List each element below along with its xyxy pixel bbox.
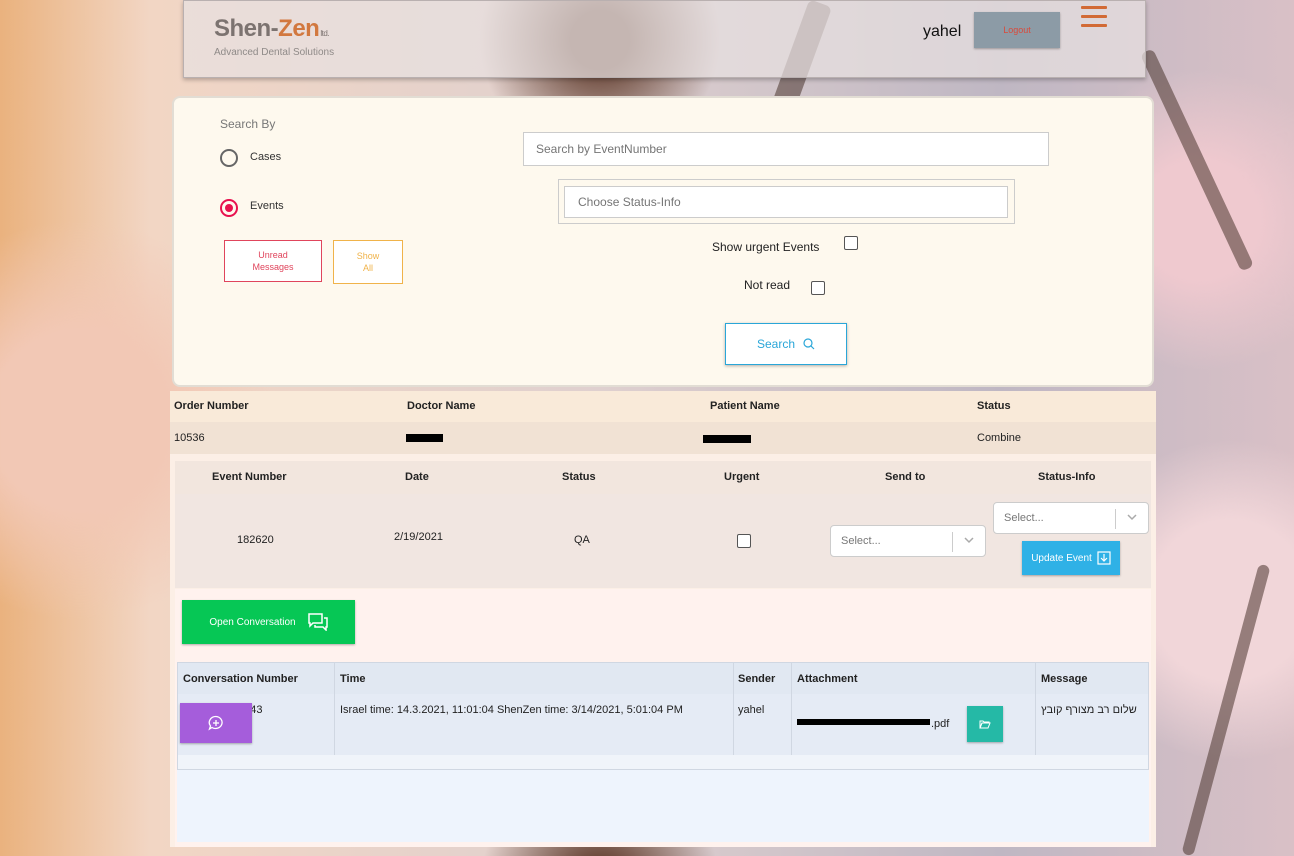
not-read-label: Not read (744, 278, 791, 292)
conversation-sender: yahel (738, 704, 765, 716)
attachment-extension: .pdf (931, 718, 950, 730)
column-header: Attachment (797, 673, 858, 685)
column-header: Event Number (212, 471, 287, 483)
logout-button[interactable]: Logout (974, 12, 1060, 48)
event-row: 182620 2/19/2021 QA Select... Select... (175, 494, 1151, 588)
show-all-button[interactable]: Show All (333, 240, 403, 284)
open-conversation-button[interactable]: Open Conversation (182, 600, 355, 644)
radio-events-label: Events (250, 200, 284, 212)
folder-open-icon (979, 720, 991, 729)
event-date: 2/19/2021 (394, 531, 443, 543)
background-branch (1181, 563, 1271, 856)
order-row[interactable]: 10536 Combine (170, 422, 1156, 454)
event-number: 182620 (237, 534, 274, 546)
chevron-down-icon (964, 537, 974, 544)
show-urgent-checkbox[interactable] (844, 236, 858, 250)
order-status: Combine (977, 432, 1022, 444)
column-header: Status (977, 400, 1011, 412)
search-by-label: Search By (220, 117, 276, 131)
magnifier-icon (803, 338, 815, 350)
top-header: Shen-Zenltd. Advanced Dental Solutions y… (183, 0, 1146, 78)
update-event-button[interactable]: Update Event (1022, 541, 1120, 575)
column-header: Message (1041, 673, 1088, 685)
add-message-button[interactable] (180, 703, 252, 743)
column-header: Urgent (724, 471, 760, 483)
search-button-label: Search (756, 337, 796, 351)
status-info-container (558, 179, 1015, 224)
add-comment-icon (208, 715, 223, 731)
search-button[interactable]: Search (725, 323, 847, 365)
radio-cases[interactable] (220, 149, 238, 167)
order-number: 10536 (174, 432, 205, 444)
conversation-area: Open Conversation Conversation Number Ti… (175, 589, 1151, 847)
conversation-row: 1615712464843 Israel time: 14.3.2021, 11… (177, 694, 1149, 756)
events-header-row: Event Number Date Status Urgent Send to … (175, 461, 1151, 495)
event-number-search-input[interactable] (523, 132, 1049, 166)
unread-messages-button[interactable]: Unread Messages (224, 240, 322, 282)
conversation-table: Conversation Number Time Sender Attachme… (177, 662, 1149, 842)
radio-events[interactable] (220, 199, 238, 217)
hamburger-icon[interactable] (1081, 6, 1107, 34)
column-header: Status-Info (1038, 471, 1096, 483)
column-header: Status (562, 471, 596, 483)
orders-header-row: Order Number Doctor Name Patient Name St… (170, 391, 1156, 422)
urgent-checkbox[interactable] (737, 534, 751, 548)
username-label: yahel (923, 23, 962, 40)
column-header: Time (340, 673, 366, 685)
send-to-select[interactable]: Select... (830, 525, 986, 557)
column-header: Doctor Name (407, 400, 476, 412)
status-info-input[interactable] (564, 186, 1008, 218)
not-read-checkbox[interactable] (811, 281, 825, 295)
company-logo: Shen-Zenltd. Advanced Dental Solutions (214, 15, 335, 59)
event-status: QA (574, 534, 590, 546)
logo-tagline: Advanced Dental Solutions (214, 47, 335, 58)
redacted-doctor-name (406, 434, 443, 442)
radio-cases-label: Cases (250, 151, 282, 163)
download-icon (1097, 551, 1111, 565)
column-header: Order Number (174, 400, 249, 412)
background-branch (1139, 48, 1255, 272)
column-header: Date (405, 471, 429, 483)
conversation-header-row: Conversation Number Time Sender Attachme… (177, 662, 1149, 695)
redacted-attachment-name (797, 719, 930, 725)
conversation-message: שלום רב מצורף קובץ (1041, 704, 1137, 716)
column-header: Patient Name (710, 400, 780, 412)
search-panel: Search By Cases Events Unread Messages S… (172, 96, 1154, 387)
redacted-patient-name (703, 435, 751, 443)
chat-bubbles-icon (307, 613, 328, 631)
column-header: Send to (885, 471, 926, 483)
column-header: Sender (738, 673, 776, 685)
chevron-down-icon (1127, 514, 1137, 521)
show-urgent-label: Show urgent Events (712, 240, 820, 254)
status-info-select[interactable]: Select... (993, 502, 1149, 534)
events-area: Event Number Date Status Urgent Send to … (170, 454, 1156, 847)
conversation-empty-row (177, 755, 1149, 770)
column-header: Conversation Number (183, 673, 298, 685)
open-attachment-button[interactable] (967, 706, 1003, 742)
conversation-time: Israel time: 14.3.2021, 11:01:04 ShenZen… (340, 704, 683, 716)
